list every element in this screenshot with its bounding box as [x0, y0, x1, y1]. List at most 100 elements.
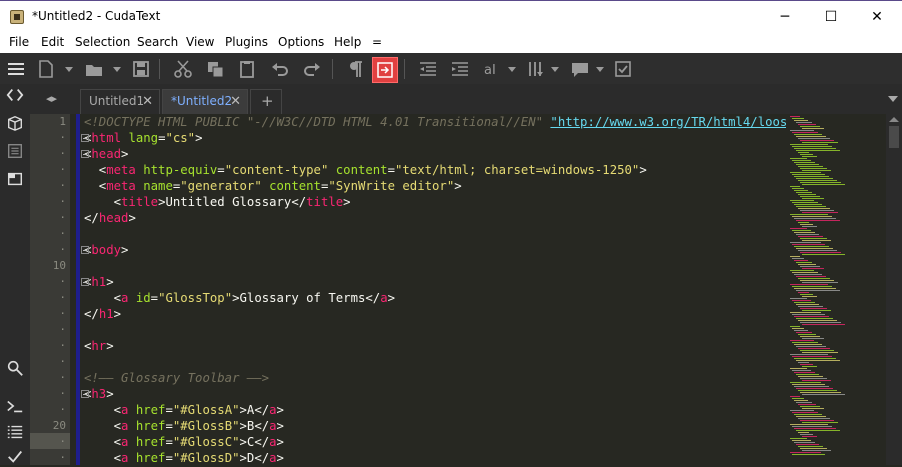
code-token: href	[135, 419, 166, 433]
code-line[interactable]: <a href="#GlossC">C</a>	[84, 434, 284, 450]
code-line[interactable]: <a href="#GlossD">D</a>	[84, 450, 284, 465]
code-token: h1	[98, 307, 114, 321]
code-line[interactable]: <!—— Glossary Toolbar ——>	[84, 370, 269, 386]
new-file-dropdown-icon[interactable]	[65, 67, 73, 72]
tab-nav-icon[interactable]: ◂▸	[46, 92, 57, 105]
code-token: <	[84, 419, 122, 433]
fold-toggle-icon[interactable]	[81, 246, 89, 254]
code-line[interactable]: <!DOCTYPE HTML PUBLIC "-//W3C//DTD HTML …	[84, 114, 786, 130]
code-line[interactable]: <a href="#GlossA">A</a>	[84, 402, 284, 418]
menu-file[interactable]: File	[9, 35, 29, 49]
minimap-line	[800, 308, 827, 309]
minimap[interactable]	[786, 114, 886, 465]
minimap-line	[794, 442, 815, 443]
new-file-icon[interactable]	[34, 57, 58, 81]
save-icon[interactable]	[129, 57, 153, 81]
line-number: ·	[59, 435, 66, 448]
menu-help[interactable]: Help	[334, 35, 361, 49]
cut-icon[interactable]	[171, 57, 195, 81]
code-editor[interactable]: 1 · · · · · · · · 10 · · · · · · · · · 20 · · <!DOCTYPE HTML …	[30, 114, 902, 465]
menu-hamburger[interactable]: =	[372, 35, 382, 49]
snippets-icon[interactable]	[4, 140, 26, 162]
word-wrap-icon[interactable]	[372, 57, 398, 83]
scrollbar-thumb[interactable]	[889, 126, 899, 148]
menu-edit[interactable]: Edit	[41, 35, 64, 49]
minimap-line	[800, 266, 820, 267]
minimap-line	[796, 178, 833, 179]
minimap-line	[796, 164, 819, 165]
minimap-line	[796, 206, 826, 207]
redo-icon[interactable]	[300, 57, 324, 81]
code-line[interactable]: <a href="#GlossB">B</a>	[84, 418, 284, 434]
menu-search[interactable]: Search	[137, 35, 178, 49]
fold-toggle-icon[interactable]	[81, 134, 89, 142]
code-line[interactable]: </head>	[84, 210, 136, 226]
minimap-line	[790, 144, 828, 145]
minimap-line	[796, 248, 833, 249]
pilcrow-icon[interactable]	[344, 57, 368, 81]
tab-list-icon[interactable]	[888, 96, 898, 102]
code-line[interactable]: <meta http-equiv="content-type" content=…	[84, 162, 647, 178]
minimap-line	[798, 306, 823, 307]
search-icon[interactable]	[4, 357, 26, 379]
comment-dropdown-icon[interactable]	[596, 67, 604, 72]
svg-text:aI: aI	[484, 63, 496, 78]
code-line[interactable]: </h1>	[84, 306, 121, 322]
fold-toggle-icon[interactable]	[81, 390, 89, 398]
code-token: "content-type"	[224, 163, 329, 177]
tab-close-icon[interactable]: ✕	[142, 90, 153, 113]
open-dropdown-icon[interactable]	[113, 67, 121, 72]
maximize-button[interactable]: ☐	[808, 1, 854, 33]
sort-lines-icon[interactable]	[524, 57, 548, 81]
minimap-line	[802, 254, 845, 255]
paste-icon[interactable]	[235, 57, 259, 81]
comment-icon[interactable]	[568, 57, 592, 81]
indent-icon[interactable]	[448, 57, 472, 81]
code-line[interactable]: <meta name="generator" content="SynWrite…	[84, 178, 462, 194]
fold-toggle-icon[interactable]	[81, 150, 89, 158]
tabs-panel-icon[interactable]	[4, 168, 26, 190]
code-line[interactable]: <html lang="cs">	[84, 130, 203, 146]
minimize-button[interactable]: ─	[762, 1, 808, 33]
checkbox-icon[interactable]	[611, 57, 635, 81]
menu-options[interactable]: Options	[278, 35, 324, 49]
undo-icon[interactable]	[268, 57, 292, 81]
code-line[interactable]: <body>	[84, 242, 128, 258]
minimap-line	[794, 120, 808, 121]
code-line[interactable]: <head>	[84, 146, 128, 162]
tab-untitled2[interactable]: *Untitled2 ✕	[162, 89, 248, 114]
case-dropdown-icon[interactable]	[508, 67, 516, 72]
console-icon[interactable]	[4, 395, 26, 417]
code-lines[interactable]: <!DOCTYPE HTML PUBLIC "-//W3C//DTD HTML …	[84, 114, 786, 465]
minimap-line	[800, 252, 841, 253]
copy-icon[interactable]	[203, 57, 227, 81]
project-icon[interactable]	[4, 112, 26, 134]
add-tab-button[interactable]: +	[250, 89, 282, 114]
menu-view[interactable]: View	[186, 35, 214, 49]
validate-icon[interactable]	[4, 445, 26, 467]
minimap-line	[802, 366, 817, 367]
minimap-line	[802, 296, 817, 297]
fold-toggle-icon[interactable]	[81, 278, 89, 286]
case-convert-icon[interactable]: aI	[481, 57, 505, 81]
code-line[interactable]: <title>Untitled Glossary</title>	[84, 194, 351, 210]
tab-untitled1[interactable]: Untitled1 ✕	[80, 89, 160, 114]
code-line[interactable]: <a id="GlossTop">Glossary of Terms</a>	[84, 290, 395, 306]
sort-dropdown-icon[interactable]	[551, 67, 559, 72]
scroll-up-icon[interactable]	[889, 117, 899, 122]
output-icon[interactable]	[4, 421, 26, 443]
tab-close-icon[interactable]: ✕	[230, 90, 241, 113]
unindent-icon[interactable]	[416, 57, 440, 81]
menu-plugins[interactable]: Plugins	[225, 35, 268, 49]
code-tree-icon[interactable]	[4, 84, 26, 106]
code-line[interactable]: <hr>	[84, 338, 114, 354]
menu-selection[interactable]: Selection	[75, 35, 130, 49]
close-button[interactable]: ✕	[854, 1, 900, 33]
minimap-line	[796, 444, 819, 445]
minimap-line	[800, 168, 827, 169]
open-folder-icon[interactable]	[82, 57, 106, 81]
menu-icon[interactable]	[4, 57, 28, 81]
vertical-scrollbar[interactable]	[886, 114, 902, 465]
